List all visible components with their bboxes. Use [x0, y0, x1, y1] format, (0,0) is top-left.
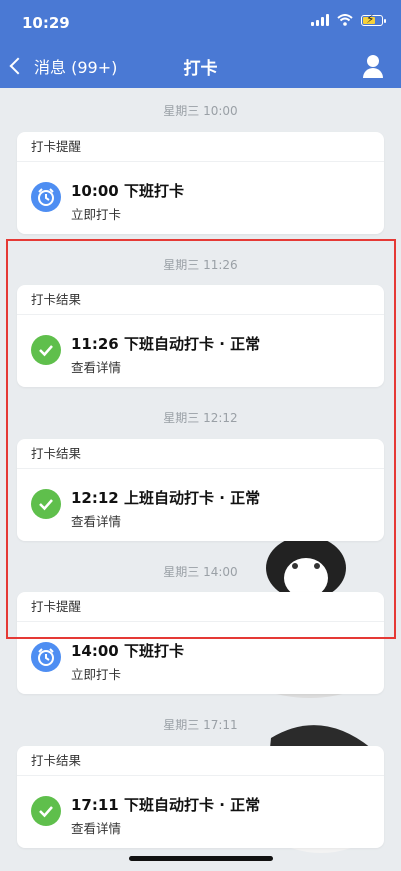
check-icon [31, 335, 61, 365]
home-indicator[interactable] [129, 856, 273, 861]
result-card[interactable]: 打卡结果 12:12 上班自动打卡 · 正常 查看详情 [17, 439, 384, 541]
card-main-text: 12:12 上班自动打卡 · 正常 [71, 489, 261, 507]
timestamp-label: 星期三 12:12 [163, 411, 238, 425]
card-action-link[interactable]: 查看详情 [71, 818, 121, 837]
card-action-link[interactable]: 查看详情 [71, 511, 121, 530]
top-bar: 10:29 ⚡ 消息 (99+) 打卡 [0, 0, 401, 88]
message-feed[interactable]: 星期三 10:00 打卡提醒 10:00 下班打卡 立即打卡 星期三 11:26… [0, 88, 401, 871]
card-main-text: 11:26 下班自动打卡 · 正常 [71, 335, 261, 353]
card-title: 打卡结果 [17, 439, 384, 469]
status-time: 10:29 [22, 14, 70, 32]
user-icon [367, 55, 379, 67]
card-action-link[interactable]: 立即打卡 [71, 204, 121, 223]
card-main-text: 10:00 下班打卡 [71, 182, 184, 200]
status-icons: ⚡ [311, 13, 386, 26]
reminder-card[interactable]: 打卡提醒 10:00 下班打卡 立即打卡 [17, 132, 384, 234]
navigation-bar: 消息 (99+) 打卡 [0, 48, 401, 84]
check-icon [31, 489, 61, 519]
reminder-card[interactable]: 打卡提醒 14:00 下班打卡 立即打卡 [17, 592, 384, 694]
timestamp-label: 星期三 14:00 [163, 565, 238, 579]
check-icon [31, 796, 61, 826]
battery-icon: ⚡ [361, 13, 386, 26]
chevron-left-icon [9, 57, 27, 75]
card-title: 打卡结果 [17, 285, 384, 315]
card-title: 打卡提醒 [17, 132, 384, 162]
result-card[interactable]: 打卡结果 17:11 下班自动打卡 · 正常 查看详情 [17, 746, 384, 848]
wifi-icon [337, 14, 353, 26]
back-label: 消息 (99+) [34, 58, 118, 77]
timestamp-label: 星期三 11:26 [163, 258, 238, 272]
timestamp-label: 星期三 17:11 [163, 718, 238, 732]
alarm-clock-icon [31, 182, 61, 212]
profile-button[interactable] [359, 52, 387, 80]
card-main-text: 14:00 下班打卡 [71, 642, 184, 660]
card-title: 打卡提醒 [17, 592, 384, 622]
back-button[interactable]: 消息 (99+) [0, 54, 117, 78]
card-main-text: 17:11 下班自动打卡 · 正常 [71, 796, 261, 814]
card-action-link[interactable]: 查看详情 [71, 357, 121, 376]
timestamp-label: 星期三 10:00 [163, 104, 238, 118]
card-title: 打卡结果 [17, 746, 384, 776]
signal-icon [311, 14, 329, 26]
result-card[interactable]: 打卡结果 11:26 下班自动打卡 · 正常 查看详情 [17, 285, 384, 387]
alarm-clock-icon [31, 642, 61, 672]
card-action-link[interactable]: 立即打卡 [71, 664, 121, 683]
